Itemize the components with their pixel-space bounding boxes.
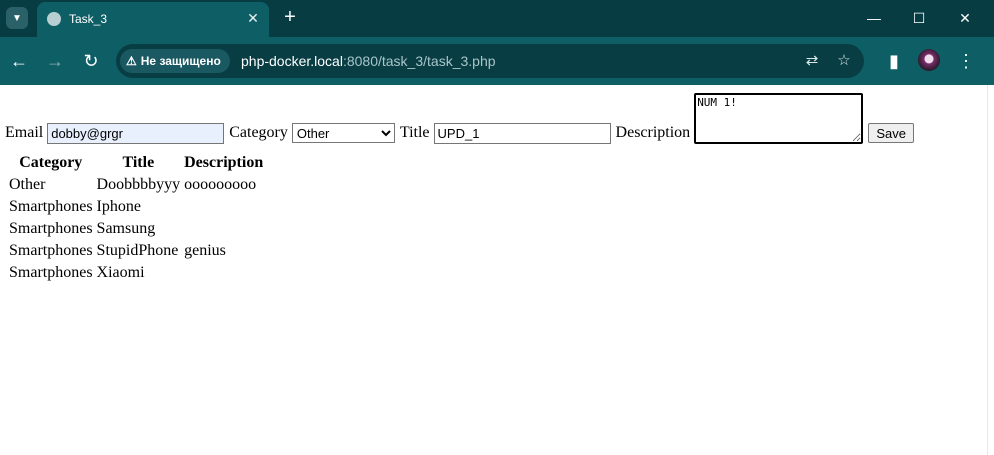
- header-category: Category: [19, 154, 83, 171]
- cell-title: Samsung: [96, 220, 156, 237]
- star-icon[interactable]: ☆: [832, 49, 856, 73]
- table-row: Other Doobbbbyyy ooooooooo: [8, 175, 264, 195]
- new-tab-icon[interactable]: +: [280, 7, 300, 27]
- cell-title: StupidPhone: [96, 242, 179, 259]
- url-text[interactable]: php-docker.local:8080/task_3/task_3.php: [241, 53, 496, 69]
- reload-icon[interactable]: ↻: [79, 49, 103, 73]
- maximize-icon[interactable]: ☐: [907, 6, 931, 30]
- title-field[interactable]: [433, 123, 611, 144]
- table-row: Smartphones Iphone: [8, 197, 264, 217]
- save-button[interactable]: Save: [868, 123, 915, 143]
- edit-form: Email Category Other Title Description N…: [5, 93, 915, 144]
- globe-icon: [47, 12, 61, 26]
- translate-icon[interactable]: ⇄: [800, 49, 824, 73]
- forward-icon[interactable]: →: [43, 49, 67, 73]
- category-label: Category: [229, 124, 288, 141]
- description-label: Description: [615, 124, 691, 141]
- table-header-row: Category Title Description: [8, 153, 264, 173]
- email-label: Email: [5, 124, 44, 141]
- tab-strip: ▼ Task_3 ✕ + — ☐ ✕: [0, 0, 994, 37]
- description-field[interactable]: NUM 1!: [694, 93, 864, 144]
- table-row: Smartphones Xiaomi: [8, 263, 264, 283]
- menu-icon[interactable]: ⋮: [954, 49, 978, 73]
- address-bar[interactable]: ⚠ Не защищено php-docker.local:8080/task…: [116, 44, 864, 78]
- title-label: Title: [399, 124, 430, 141]
- cell-category: Smartphones: [9, 264, 93, 281]
- cell-description: [183, 197, 264, 217]
- cell-description: ooooooooo: [184, 176, 257, 193]
- tab-search-icon[interactable]: ▼: [6, 7, 28, 29]
- cell-category: Other: [9, 176, 46, 193]
- browser-toolbar: ← → ↻ ⚠ Не защищено php-docker.local:808…: [0, 37, 994, 85]
- cell-description: [183, 219, 264, 239]
- close-tab-icon[interactable]: ✕: [244, 9, 262, 27]
- security-chip[interactable]: ⚠ Не защищено: [120, 49, 230, 73]
- page-content: Email Category Other Title Description N…: [0, 85, 987, 455]
- cell-category: Smartphones: [9, 198, 93, 215]
- cell-title: Doobbbbyyy: [96, 176, 181, 193]
- security-label: Не защищено: [140, 54, 221, 68]
- page-scrollbar[interactable]: [987, 85, 994, 455]
- cell-title: Iphone: [96, 198, 141, 215]
- window-close-icon[interactable]: ✕: [953, 6, 977, 30]
- cell-description: [183, 263, 264, 283]
- cell-category: Smartphones: [9, 242, 93, 259]
- url-host: php-docker.local: [241, 53, 343, 69]
- category-select[interactable]: Other: [291, 123, 395, 143]
- email-field[interactable]: [47, 123, 225, 144]
- items-table: Category Title Description Other Doobbbb…: [6, 151, 266, 285]
- table-row: Smartphones StupidPhone genius: [8, 241, 264, 261]
- header-description: Description: [184, 154, 264, 171]
- side-panel-icon[interactable]: ▮: [882, 49, 906, 73]
- profile-avatar[interactable]: [918, 49, 940, 71]
- cell-description: genius: [184, 242, 226, 259]
- url-path: :8080/task_3/task_3.php: [342, 53, 496, 69]
- cell-category: Smartphones: [9, 220, 93, 237]
- back-icon[interactable]: ←: [7, 49, 31, 73]
- header-title: Title: [122, 154, 155, 171]
- cell-title: Xiaomi: [96, 264, 145, 281]
- tab-title: Task_3: [69, 12, 108, 26]
- minimize-icon[interactable]: —: [862, 6, 886, 30]
- warning-icon: ⚠: [126, 54, 137, 68]
- tab-task-3[interactable]: Task_3 ✕: [37, 2, 269, 37]
- table-row: Smartphones Samsung: [8, 219, 264, 239]
